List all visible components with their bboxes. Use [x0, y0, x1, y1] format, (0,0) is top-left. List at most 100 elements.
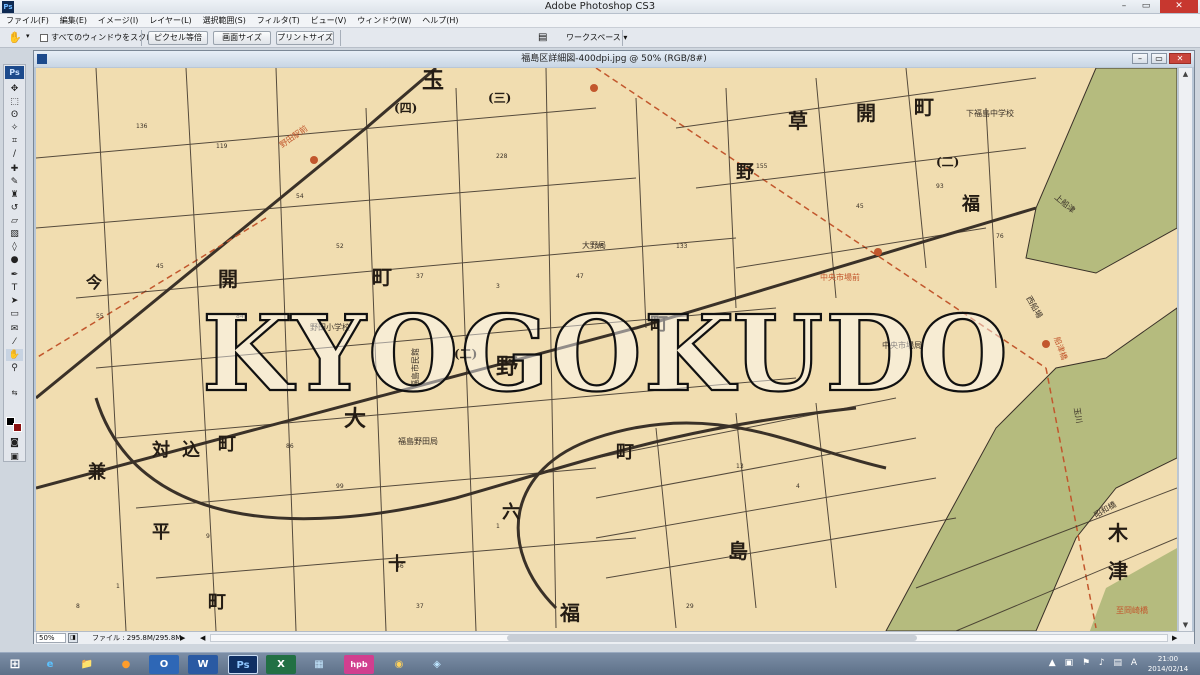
menu-layer[interactable]: レイヤー(L) [145, 14, 195, 28]
map-label: 町 [616, 442, 634, 463]
crop-tool-icon[interactable]: ⌗ [6, 135, 23, 147]
eraser-tool-icon[interactable]: ▱ [6, 215, 23, 227]
brush-tool-icon[interactable]: ✎ [6, 176, 23, 188]
history-brush-tool-icon[interactable]: ↺ [6, 202, 23, 214]
options-divider [622, 30, 623, 46]
fit-screen-button[interactable]: 画面サイズ [213, 31, 271, 45]
workspace-menu[interactable]: ワークスペース ▾ [566, 32, 627, 43]
scroll-all-windows-checkbox[interactable] [40, 34, 48, 42]
chrome-icon[interactable]: ◉ [384, 655, 414, 674]
healing-brush-tool-icon[interactable]: ✚ [6, 163, 23, 175]
options-divider [141, 30, 142, 46]
horizontal-scroll-thumb[interactable] [507, 635, 917, 641]
dodge-tool-icon[interactable]: ● [6, 254, 23, 266]
svg-text:119: 119 [216, 143, 228, 150]
outlook-icon[interactable]: O [149, 655, 179, 674]
zoom-level-field[interactable]: 50% [36, 633, 66, 643]
map-label: (二) [936, 155, 959, 169]
clone-stamp-tool-icon[interactable]: ♜ [6, 189, 23, 201]
eyedropper-tool-icon[interactable]: ⁄ [6, 336, 23, 348]
menu-file[interactable]: ファイル(F) [0, 14, 53, 28]
tool-preset-dropdown-icon[interactable]: ▾ [26, 32, 30, 40]
quick-mask-icon[interactable]: ◙ [6, 437, 23, 449]
magic-wand-tool-icon[interactable]: ✧ [6, 122, 23, 134]
document-minimize-button[interactable]: – [1132, 53, 1148, 64]
taskbar-clock[interactable]: 21:00 2014/02/14 [1142, 654, 1194, 674]
svg-text:4: 4 [796, 483, 800, 490]
clock-time: 21:00 [1157, 655, 1179, 663]
vertical-scrollbar[interactable]: ▲ ▼ [1178, 68, 1192, 631]
path-selection-tool-icon[interactable]: ➤ [6, 295, 23, 307]
svg-text:29: 29 [686, 603, 694, 610]
scroll-right-icon[interactable]: ▶ [1172, 632, 1177, 644]
pen-tool-icon[interactable]: ✒ [6, 269, 23, 281]
marquee-tool-icon[interactable]: ⬚ [6, 96, 23, 108]
watermark-text: KYOGOKUDO [202, 292, 1010, 415]
maximize-button[interactable]: ▭ [1134, 0, 1158, 13]
print-size-button[interactable]: プリントサイズ [276, 31, 334, 45]
svg-text:37: 37 [416, 273, 424, 280]
image-canvas[interactable]: 136 119 54 52 45 55 84 228 37 3 47 133 155 45 93 76 … [36, 68, 1177, 631]
svg-text:54: 54 [296, 193, 304, 200]
map-label: 草 [788, 109, 808, 133]
gradient-tool-icon[interactable]: ▧ [6, 228, 23, 240]
map-image: 1361195452 4555 84228 37347133 155459376 … [36, 68, 1177, 631]
menu-image[interactable]: イメージ(I) [94, 14, 142, 28]
svg-text:136: 136 [136, 123, 148, 130]
browser-icon[interactable]: ● [111, 655, 141, 674]
blur-tool-icon[interactable]: ◊ [6, 241, 23, 253]
minimize-button[interactable]: – [1112, 0, 1136, 13]
horizontal-scrollbar[interactable] [210, 634, 1168, 642]
menu-help[interactable]: ヘルプ(H) [418, 14, 462, 28]
map-label: 島 [728, 539, 748, 563]
status-menu-arrow-icon[interactable]: ▶ [180, 632, 185, 644]
svg-text:155: 155 [756, 163, 768, 170]
map-label: 木 [1107, 521, 1129, 545]
menu-view[interactable]: ビュー(V) [307, 14, 351, 28]
homepage-builder-icon[interactable]: hpb [344, 655, 374, 674]
menu-select[interactable]: 選択範囲(S) [199, 14, 250, 28]
document-close-button[interactable]: ✕ [1169, 53, 1191, 64]
word-icon[interactable]: W [188, 655, 218, 674]
background-color-swatch[interactable] [13, 423, 22, 432]
ps-badge[interactable]: Ps [5, 66, 24, 79]
notes-tool-icon[interactable]: ✉ [6, 323, 23, 335]
scroll-left-icon[interactable]: ◀ [200, 632, 205, 644]
svg-text:52: 52 [336, 243, 344, 250]
actual-pixels-button[interactable]: ピクセル等倍 [148, 31, 208, 45]
zoom-tool-icon[interactable]: ⚲ [6, 362, 23, 374]
menu-filter[interactable]: フィルタ(T) [253, 14, 304, 28]
place-label: 福島野田局 [398, 436, 438, 446]
paint-icon[interactable]: ◈ [422, 655, 452, 674]
document-maximize-button[interactable]: ▭ [1151, 53, 1167, 64]
scroll-down-icon[interactable]: ▼ [1179, 619, 1192, 631]
internet-explorer-icon[interactable]: e [35, 655, 65, 674]
swap-colors-icon[interactable]: ⇆ [6, 387, 23, 399]
screen-mode-icon[interactable]: ▣ [6, 451, 23, 463]
svg-text:76: 76 [996, 233, 1004, 240]
map-label: 福 [559, 601, 580, 625]
photoshop-taskbar-icon[interactable]: Ps [228, 655, 258, 674]
menu-edit[interactable]: 編集(E) [56, 14, 91, 28]
slice-tool-icon[interactable]: ∕ [6, 148, 23, 160]
type-tool-icon[interactable]: T [6, 282, 23, 294]
svg-text:55: 55 [96, 313, 104, 320]
menu-window[interactable]: ウィンドウ(W) [353, 14, 415, 28]
scroll-up-icon[interactable]: ▲ [1179, 68, 1192, 80]
status-options-icon[interactable]: ◨ [68, 633, 78, 643]
move-tool-icon[interactable]: ✥ [6, 83, 23, 95]
system-tray-icons[interactable]: ▲ ▣ ⚑ ♪ ▤ A [1049, 658, 1140, 668]
map-label: 込 [182, 440, 200, 461]
hand-tool-icon[interactable]: ✋ [6, 349, 23, 361]
shape-tool-icon[interactable]: ▭ [6, 308, 23, 320]
map-label: 野 [736, 162, 754, 183]
excel-icon[interactable]: X [266, 655, 296, 674]
close-button[interactable]: ✕ [1160, 0, 1198, 13]
lasso-tool-icon[interactable]: ʘ [6, 109, 23, 121]
hand-icon[interactable]: ✋ [8, 31, 24, 45]
bridge-icon[interactable]: ▤ [538, 32, 554, 44]
file-explorer-icon[interactable]: 📁 [72, 655, 102, 674]
virtual-machine-icon[interactable]: ▦ [304, 655, 334, 674]
windows-logo-icon[interactable]: ⊞ [4, 655, 26, 674]
svg-text:228: 228 [496, 153, 508, 160]
